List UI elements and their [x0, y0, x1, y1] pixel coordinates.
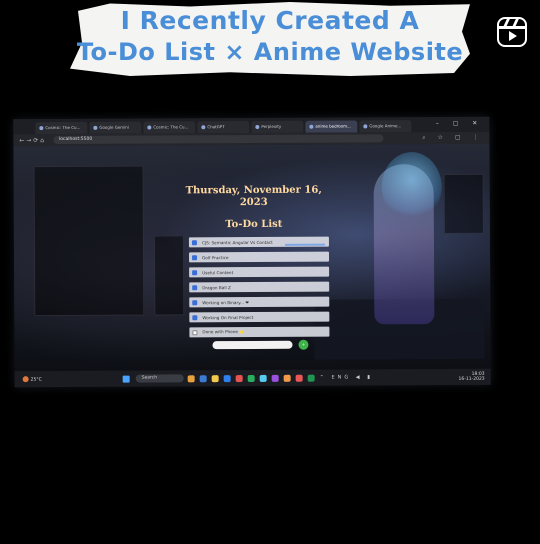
- checkbox[interactable]: [192, 329, 198, 335]
- app-icon[interactable]: [235, 374, 243, 382]
- app-icon[interactable]: [247, 374, 255, 382]
- checkbox[interactable]: [192, 314, 198, 320]
- todo-list: CJS: Semantic Angular Vs Contact Golf Pr…: [188, 236, 330, 343]
- weather-icon: [22, 375, 29, 382]
- app-icon[interactable]: [223, 374, 231, 382]
- todo-item[interactable]: Done with Phone ⭐: [189, 326, 330, 338]
- shelf-silhouette: [443, 173, 484, 234]
- checkbox[interactable]: [192, 284, 198, 290]
- date-heading: Thursday, November 16, 2023: [185, 184, 322, 209]
- anime-character: [373, 164, 435, 325]
- window-controls[interactable]: – ▢ ✕: [436, 120, 484, 127]
- checkbox[interactable]: [192, 254, 198, 260]
- add-task-button[interactable]: +: [298, 339, 309, 350]
- todo-item[interactable]: Working On Final Project: [189, 311, 330, 323]
- app-icon[interactable]: [295, 374, 303, 382]
- todo-item[interactable]: CJS: Semantic Angular Vs Contact: [188, 236, 329, 248]
- checkbox[interactable]: [191, 239, 197, 245]
- windows-start-icon[interactable]: [122, 375, 130, 383]
- app-icon[interactable]: [307, 374, 315, 382]
- app-icon[interactable]: [199, 374, 207, 382]
- browser-tab[interactable]: Cosmic: The Cu...: [35, 121, 88, 135]
- todo-item[interactable]: Useful Content: [189, 266, 330, 278]
- taskbar-apps: [187, 374, 320, 382]
- todo-item[interactable]: Dragon Ball Z: [189, 281, 330, 293]
- caption-line-1: I Recently Created A: [120, 6, 420, 35]
- shelf-silhouette: [33, 165, 145, 317]
- browser-tab[interactable]: Perplexity: [251, 120, 304, 134]
- app-icon[interactable]: [283, 374, 291, 382]
- app-icon[interactable]: [211, 374, 219, 382]
- shelf-silhouette: [153, 235, 185, 316]
- web-page-viewport: Thursday, November 16, 2023 To-Do List C…: [13, 143, 491, 372]
- clock-date: 16-11-2023: [458, 376, 485, 382]
- weather-widget[interactable]: 25°C: [22, 375, 63, 383]
- browser-tab[interactable]: Google Gemini: [89, 121, 142, 134]
- url-field[interactable]: localhost:5500: [53, 134, 384, 145]
- system-tray-icons[interactable]: ⌃ ENG ◀ ▮: [320, 374, 373, 380]
- reels-icon[interactable]: [497, 17, 527, 47]
- todo-item[interactable]: Golf Practice: [189, 251, 330, 263]
- browser-tab[interactable]: ChatGPT: [197, 121, 250, 134]
- app-icon[interactable]: [187, 374, 195, 382]
- browser-tab[interactable]: Cosmic: The Cu...: [143, 121, 196, 134]
- todo-heading: To-Do List: [225, 218, 283, 231]
- app-icon[interactable]: [271, 374, 279, 382]
- new-task-input[interactable]: [212, 340, 293, 350]
- todo-item[interactable]: Working on Binary... ❤: [189, 296, 330, 308]
- add-task-row: +: [212, 339, 332, 352]
- clock[interactable]: 18:03 16-11-2023: [458, 372, 485, 382]
- taskbar-search[interactable]: Search: [135, 374, 184, 383]
- checkbox[interactable]: [192, 269, 198, 275]
- taskbar: 25°C Search ⌃ ENG ◀ ▮ 18:03 16-11-2023: [14, 368, 491, 388]
- browser-toolbar-icons[interactable]: ⌕ ☆ ▢ ⋮: [422, 134, 483, 142]
- app-icon[interactable]: [259, 374, 267, 382]
- monitor-screen: Cosmic: The Cu... Google Gemini Cosmic: …: [13, 116, 491, 388]
- navigation-icons[interactable]: ← → ⟳ ⌂: [19, 137, 44, 144]
- checkbox[interactable]: [192, 299, 198, 305]
- browser-tab-active[interactable]: anime bedroom...: [305, 120, 358, 133]
- browser-tab[interactable]: Google Anime...: [359, 120, 412, 133]
- caption-line-2: To-Do List × Anime Website: [76, 38, 464, 66]
